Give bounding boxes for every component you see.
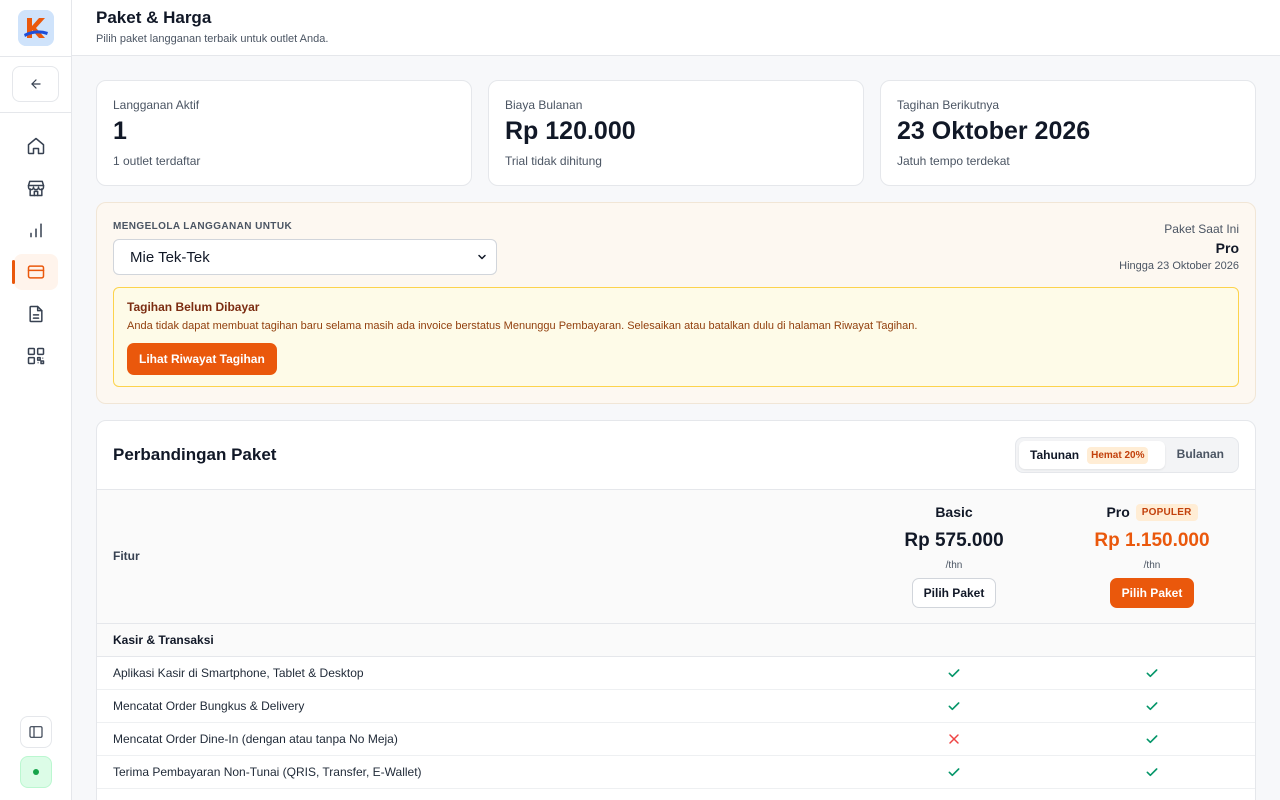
nav-outlet[interactable] [14,170,58,206]
popular-badge: POPULER [1135,503,1198,521]
home-icon [27,137,45,155]
billing-period-toggle: Tahunan Hemat 20% Bulanan [1015,437,1239,473]
outlet-select-value: Mie Tek-Tek [130,248,210,266]
comparison-title: Perbandingan Paket [113,445,277,464]
stat-value: Rp 120.000 [505,117,636,145]
check-icon [1144,665,1160,681]
arrow-left-icon [30,79,41,89]
alert-title: Tagihan Belum Dibayar [127,300,260,314]
chevron-down-icon [478,254,486,260]
toggle-yearly-label: Tahunan [1030,448,1080,462]
toggle-yearly[interactable]: Tahunan Hemat 20% [1019,441,1165,469]
stat-label: Langganan Aktif [113,98,200,112]
feature-row: Terima Pembayaran Non-Tunai (QRIS, Trans… [97,756,1255,789]
check-icon [1144,698,1160,714]
sidebar-divider [0,112,72,113]
document-icon [29,305,43,323]
feature-label: Mencatat Order Dine-In (dengan atau tanp… [113,732,398,746]
alert-text: Anda tidak dapat membuat tagihan baru se… [127,320,918,332]
check-icon [1144,731,1160,747]
status-indicator[interactable] [20,756,52,788]
stat-card-next-bill: Tagihan Berikutnya 23 Oktober 2026 Jatuh… [880,80,1256,186]
check-icon [946,698,962,714]
current-plan-name: Pro [1215,240,1239,256]
plan-name-row: Pro POPULER [1052,503,1252,521]
stat-sub: 1 outlet terdaftar [113,154,201,168]
page-title: Paket & Harga [96,8,212,27]
plan-name: Basic [935,504,973,520]
check-icon [1144,764,1160,780]
unpaid-bill-alert: Tagihan Belum Dibayar Anda tidak dapat m… [113,287,1239,387]
plan-period: /thn [945,560,963,571]
bar-chart-icon [30,223,42,238]
check-icon [946,764,962,780]
save-badge: Hemat 20% [1087,446,1149,464]
stat-sub: Jatuh tempo terdekat [897,154,1010,168]
comparison-table-header: Fitur Basic Rp 575.000 /thn Pilih Paket … [97,490,1255,624]
choose-pro-button[interactable]: Pilih Paket [1109,578,1195,608]
sidebar-panel-icon [29,726,43,738]
app-logo[interactable] [18,10,54,46]
page-subtitle: Pilih paket langganan terbaik untuk outl… [96,33,329,45]
section-title: Kasir & Transaksi [113,633,214,647]
nav-reports[interactable] [14,212,58,248]
feature-label: Aplikasi Kasir di Smartphone, Tablet & D… [113,666,364,680]
feature-row: Mencatat Order Dine-In (dengan atau tanp… [97,723,1255,756]
status-dot [33,769,39,775]
plan-price: Rp 575.000 [904,530,1004,551]
nav-home[interactable] [14,128,58,164]
plan-price: Rp 1.150.000 [1094,530,1210,551]
choose-basic-button[interactable]: Pilih Paket [911,578,997,608]
toggle-monthly[interactable]: Bulanan [1177,447,1224,461]
cross-icon [946,731,962,747]
nav-invoices[interactable] [14,296,58,332]
feature-label: Terima Pembayaran Non-Tunai (QRIS, Trans… [113,765,422,779]
plan-comparison: Perbandingan Paket Tahunan Hemat 20% Bul… [96,420,1256,800]
stat-card-monthly-cost: Biaya Bulanan Rp 120.000 Trial tidak dih… [488,80,864,186]
credit-card-icon [27,265,45,279]
stat-value: 1 [113,117,127,145]
plan-column-basic: Basic Rp 575.000 /thn Pilih Paket [854,490,1054,608]
plan-column-pro: Pro POPULER Rp 1.150.000 /thn Pilih Pake… [1052,490,1252,608]
feature-column-header: Fitur [113,549,140,563]
feature-row: Aplikasi Kasir di Smartphone, Tablet & D… [97,657,1255,690]
feature-section-header: Kasir & Transaksi [97,624,1255,657]
current-plan-label: Paket Saat Ini [1164,222,1239,236]
feature-row: Mencatat Order Bungkus & Delivery [97,690,1255,723]
feature-label: Mencatat Order Bungkus & Delivery [113,699,305,713]
current-plan-info: Paket Saat Ini Pro Hingga 23 Oktober 202… [1119,222,1239,272]
plan-name-row: Basic [854,504,1054,520]
stat-label: Tagihan Berikutnya [897,98,1000,112]
sidebar-divider [0,56,72,57]
page-header: Paket & Harga Pilih paket langganan terb… [72,0,1280,56]
plan-period: /thn [1143,560,1161,571]
stat-label: Biaya Bulanan [505,98,583,112]
current-plan-until: Hingga 23 Oktober 2026 [1119,260,1239,272]
sidebar [0,0,72,800]
view-billing-history-button[interactable]: Lihat Riwayat Tagihan [127,343,277,375]
stat-card-active-subscriptions: Langganan Aktif 1 1 outlet terdaftar [96,80,472,186]
back-button[interactable] [12,66,59,102]
sidebar-toggle-button[interactable] [20,716,52,748]
nav-qr[interactable] [14,338,58,374]
stat-sub: Trial tidak dihitung [505,154,602,168]
qr-code-icon [27,347,45,365]
stat-value: 23 Oktober 2026 [897,117,1091,145]
check-icon [946,665,962,681]
nav-billing[interactable] [12,254,58,290]
manage-subscription-panel: MENGELOLA LANGGANAN UNTUK Mie Tek-Tek Pa… [96,202,1256,404]
store-icon [27,180,45,197]
plan-name: Pro [1106,504,1130,520]
manage-label: MENGELOLA LANGGANAN UNTUK [113,221,293,232]
outlet-select[interactable]: Mie Tek-Tek [113,239,497,275]
